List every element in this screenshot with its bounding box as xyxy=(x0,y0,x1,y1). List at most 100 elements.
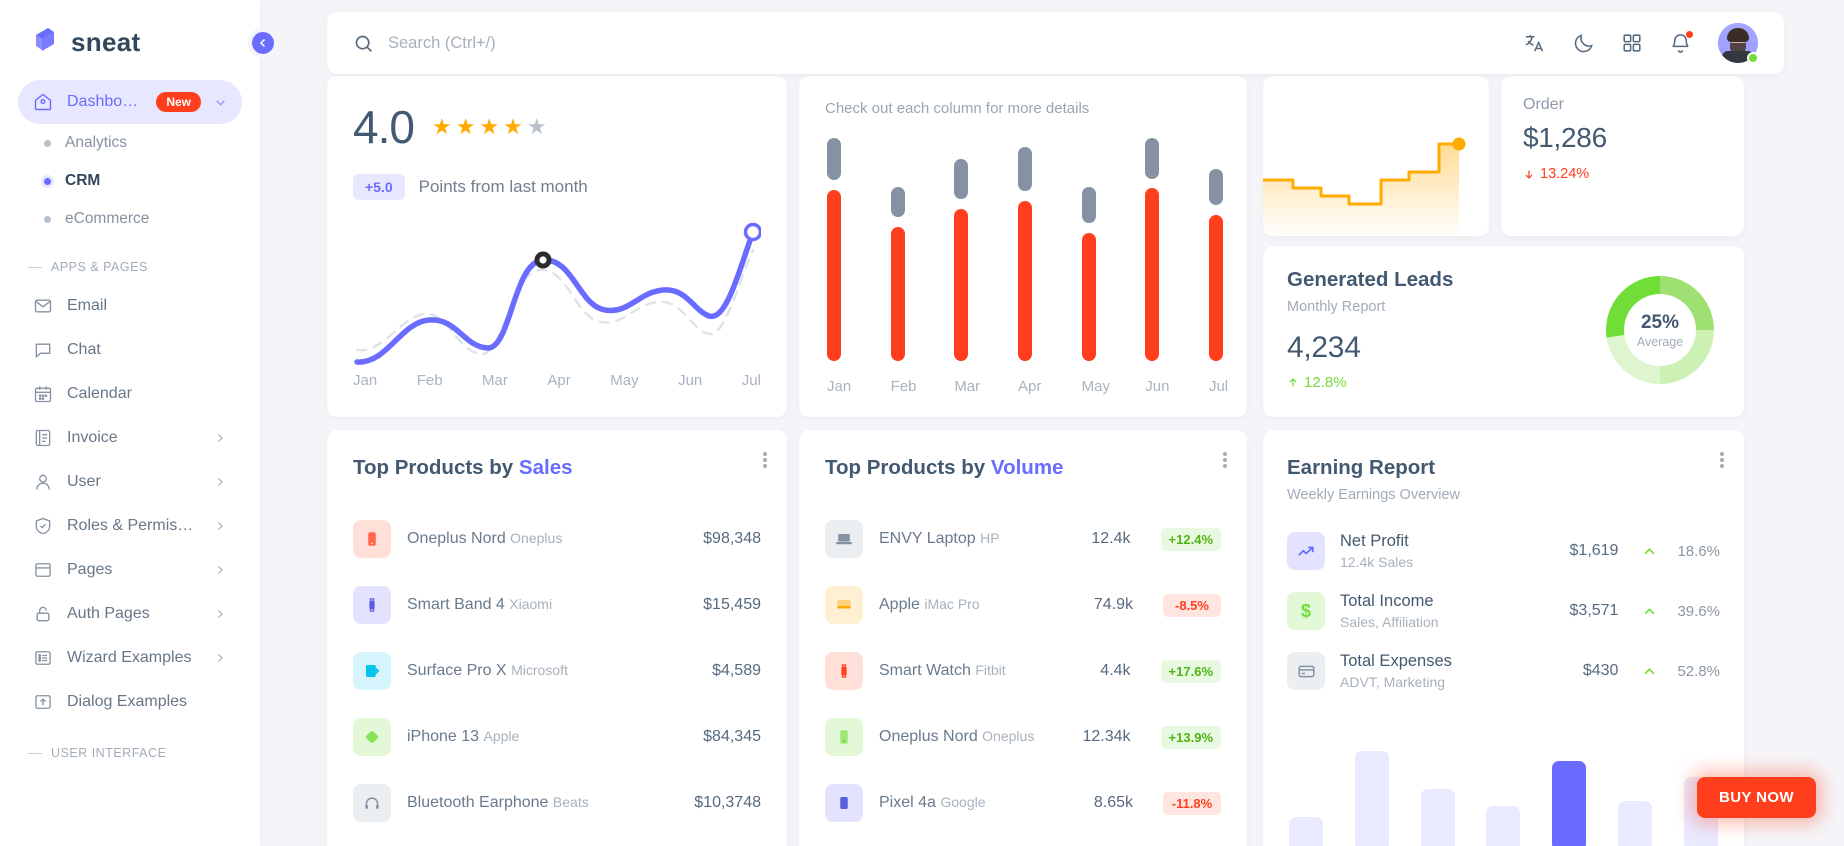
buy-now-button[interactable]: BUY NOW xyxy=(1696,777,1816,818)
bar-column-tu[interactable]: Tu xyxy=(1354,751,1389,846)
bar-column-jun[interactable] xyxy=(1145,138,1160,361)
sidebar-collapse-button[interactable] xyxy=(248,28,278,58)
list-item[interactable]: Smart Watch Fitbit 4.4k +17.6% xyxy=(825,638,1221,704)
earning-amount: $3,571 xyxy=(1569,602,1619,619)
bell-icon[interactable] xyxy=(1669,29,1694,55)
rating-stars: ★ ★ ★ ★ ★ xyxy=(432,114,548,140)
sidebar-nav: Dashboards New Analytics CRM eCommerce xyxy=(0,80,260,770)
sidebar-item-auth-pages[interactable]: Auth Pages xyxy=(18,592,242,636)
caret-up-icon xyxy=(1643,545,1656,558)
sidebar-item-pages[interactable]: Pages xyxy=(18,548,242,592)
month-label: Feb xyxy=(416,372,443,389)
sidebar-item-chat[interactable]: Chat xyxy=(18,328,242,372)
sales-card-menu-button[interactable] xyxy=(763,450,767,470)
bar-column-fr[interactable]: Fr xyxy=(1552,761,1587,846)
section-apps-and-pages: APPS & PAGES xyxy=(18,238,242,284)
moon-icon[interactable] xyxy=(1572,32,1595,55)
trending-up-icon xyxy=(1287,532,1325,570)
donut-percent: 25% xyxy=(1640,311,1680,333)
sidebar-item-dialog-examples[interactable]: Dialog Examples xyxy=(18,680,242,724)
sidebar-item-user[interactable]: User xyxy=(18,460,242,504)
bar-red-segment xyxy=(890,227,905,361)
sidebar-item-label: Wizard Examples xyxy=(67,649,192,666)
sidebar-item-wizard-examples[interactable]: Wizard Examples xyxy=(18,636,242,680)
sidebar-item-roles-permissions[interactable]: Roles & Permissio... xyxy=(18,504,242,548)
section-title: APPS & PAGES xyxy=(51,260,148,274)
translate-icon[interactable] xyxy=(1523,32,1546,55)
sidebar-item-dashboards[interactable]: Dashboards New xyxy=(18,80,242,124)
product-value: $15,459 xyxy=(703,596,761,613)
section-title: USER INTERFACE xyxy=(51,746,167,760)
bar-column-we[interactable]: We xyxy=(1420,789,1455,846)
product-value: $84,345 xyxy=(703,728,761,745)
sidebar-item-label: Email xyxy=(67,297,108,314)
search-container[interactable] xyxy=(353,33,1523,54)
card-icon xyxy=(1287,652,1325,690)
status-badge: -11.8% xyxy=(1163,791,1221,815)
sidebar-item-email[interactable]: Email xyxy=(18,284,242,328)
month-label: Mar xyxy=(482,372,508,389)
sidebar-item-calendar[interactable]: Calendar xyxy=(18,372,242,416)
sessions-hint: Check out each column for more details xyxy=(825,100,1090,117)
bar-column-feb[interactable] xyxy=(890,138,905,361)
product-name: Smart Watch xyxy=(879,662,971,679)
earning-card-menu-button[interactable] xyxy=(1720,450,1724,470)
product-names: ENVY Laptop HP xyxy=(879,530,1075,548)
bar-column-may[interactable] xyxy=(1081,138,1096,361)
list-item[interactable]: Apple iMac Pro 74.9k -8.5% xyxy=(825,572,1221,638)
arrow-down-icon xyxy=(1523,168,1535,181)
earning-percent: 18.6% xyxy=(1677,542,1720,560)
rating-meta: +5.0 Points from last month xyxy=(353,174,761,200)
list-item[interactable]: Oneplus Nord Oneplus $98,348 xyxy=(353,506,761,572)
list-item[interactable]: iPhone 13 Apple $84,345 xyxy=(353,704,761,770)
user-icon xyxy=(32,471,54,493)
bar-column-jan[interactable] xyxy=(827,138,841,361)
sidebar-item-invoice[interactable]: Invoice xyxy=(18,416,242,460)
list-item[interactable]: Smart Band 4 Xiaomi $15,459 xyxy=(353,572,761,638)
bar-column-mo[interactable]: Mo xyxy=(1289,817,1323,846)
list-item[interactable]: Oneplus Nord Oneplus 12.34k +13.9% xyxy=(825,704,1221,770)
avatar[interactable] xyxy=(1718,23,1759,64)
bar-column-th[interactable]: Th xyxy=(1486,806,1521,846)
product-quantity: 74.9k xyxy=(1093,596,1133,613)
product-names: Bluetooth Earphone Beats xyxy=(407,794,678,812)
star-icon: ★ xyxy=(455,114,477,139)
list-item[interactable]: Total Expenses ADVT, Marketing $430 52.8… xyxy=(1287,641,1720,701)
list-item[interactable]: Pixel 4a Google 8.65k -11.8% xyxy=(825,770,1221,836)
search-input[interactable] xyxy=(388,33,1523,53)
month-label: Jan xyxy=(353,372,378,389)
earning-sub: 12.4k Sales xyxy=(1340,554,1414,570)
earning-labels: Total Expenses ADVT, Marketing xyxy=(1340,652,1568,690)
bar-column-jul[interactable] xyxy=(1208,138,1223,361)
caret-up-icon xyxy=(1643,605,1656,618)
section-rule xyxy=(28,752,42,754)
bar-column-mar[interactable] xyxy=(954,138,969,361)
list-item[interactable]: Net Profit 12.4k Sales $1,619 18.6% xyxy=(1287,521,1720,581)
brand[interactable]: sneat xyxy=(0,0,260,80)
product-names: Oneplus Nord Oneplus xyxy=(879,728,1067,746)
volume-product-list: ENVY Laptop HP 12.4k +12.4% Apple iMac P… xyxy=(825,506,1221,836)
sidebar-item-ecommerce[interactable]: eCommerce xyxy=(18,200,242,238)
bar-column-apr[interactable] xyxy=(1017,138,1032,361)
list-item[interactable]: Surface Pro X Microsoft $4,589 xyxy=(353,638,761,704)
earning-subtitle: Weekly Earnings Overview xyxy=(1287,487,1460,503)
sidebar-item-label: Analytics xyxy=(65,134,128,151)
earning-percent: 52.8% xyxy=(1677,662,1720,680)
order-label: Order xyxy=(1523,96,1564,113)
lock-icon xyxy=(32,603,54,625)
grid-icon[interactable] xyxy=(1621,32,1643,54)
list-item[interactable]: Bluetooth Earphone Beats $10,3748 xyxy=(353,770,761,836)
sidebar-item-crm[interactable]: CRM xyxy=(18,162,242,200)
list-item[interactable]: $ Total Income Sales, Affiliation $3,571… xyxy=(1287,581,1720,641)
status-badge: +17.6% xyxy=(1160,659,1221,683)
product-names: iPhone 13 Apple xyxy=(407,728,687,746)
order-delta: 13.24% xyxy=(1523,166,1722,182)
earning-name: Total Expenses xyxy=(1340,652,1452,670)
bar-column-sa[interactable]: Sa xyxy=(1618,801,1653,846)
list-item[interactable]: ENVY Laptop HP 12.4k +12.4% xyxy=(825,506,1221,572)
volume-card-menu-button[interactable] xyxy=(1223,450,1227,470)
sneat-logo-icon xyxy=(30,26,60,58)
product-brand: Beats xyxy=(552,794,589,810)
points-badge: +5.0 xyxy=(353,174,405,200)
sidebar-item-analytics[interactable]: Analytics xyxy=(18,124,242,162)
